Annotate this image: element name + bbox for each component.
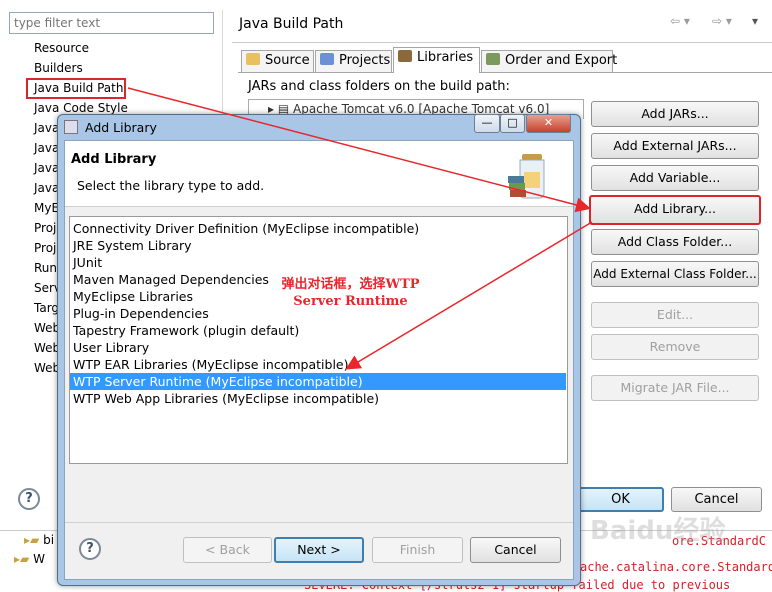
dialog-title: Add Library bbox=[85, 120, 157, 135]
add-jars-button[interactable]: Add JARs... bbox=[591, 101, 759, 127]
tab-source[interactable]: Source bbox=[241, 50, 314, 72]
properties-cancel-button[interactable]: Cancel bbox=[671, 487, 762, 512]
library-jar-icon bbox=[508, 154, 545, 199]
migrate-jar-file-button[interactable]: Migrate JAR File... bbox=[591, 375, 759, 401]
nav-item-project-1[interactable]: Proj bbox=[34, 219, 56, 237]
list-item-myeclipse-libraries[interactable]: MyEclipse Libraries bbox=[73, 288, 193, 305]
dialog-heading: Add Library bbox=[71, 152, 157, 167]
ok-button[interactable]: OK bbox=[577, 487, 664, 512]
dialog-cancel-button[interactable]: Cancel bbox=[470, 537, 561, 563]
list-item-junit[interactable]: JUnit bbox=[73, 254, 102, 271]
list-item-wtp-ear[interactable]: WTP EAR Libraries (MyEclipse incompatibl… bbox=[73, 356, 349, 373]
nav-item-java-3[interactable]: Java bbox=[34, 159, 59, 177]
add-external-jars-button[interactable]: Add External JARs... bbox=[591, 133, 759, 159]
add-library-button[interactable]: Add Library... bbox=[589, 195, 761, 225]
tree-item-bin[interactable]: ▸▰ bi bbox=[24, 533, 54, 547]
dialog-button-divider bbox=[65, 522, 573, 523]
list-item-connectivity-driver[interactable]: Connectivity Driver Definition (MyEclips… bbox=[73, 220, 419, 237]
tab-order-and-export[interactable]: Order and Export bbox=[481, 50, 617, 72]
console-line-2: ache.catalina.core.StandardC bbox=[580, 560, 772, 574]
close-button[interactable]: ✕ bbox=[526, 114, 571, 133]
order-export-icon bbox=[486, 53, 500, 65]
view-menu-icon[interactable]: ▾ bbox=[752, 14, 758, 28]
dialog-header bbox=[65, 141, 573, 207]
tab-libraries[interactable]: Libraries bbox=[393, 47, 480, 73]
nav-item-project-2[interactable]: Proj bbox=[34, 239, 56, 257]
jars-label: JARs and class folders on the build path… bbox=[248, 79, 510, 94]
list-item-wtp-server-runtime[interactable]: WTP Server Runtime (MyEclipse incompatib… bbox=[73, 373, 363, 390]
nav-item-java-build-path[interactable]: Java Build Path bbox=[26, 78, 126, 99]
edit-button[interactable]: Edit... bbox=[591, 302, 759, 328]
folder-icon: ▸▰ bbox=[14, 552, 34, 566]
finish-button[interactable]: Finish bbox=[372, 537, 463, 563]
libraries-icon bbox=[398, 50, 412, 62]
nav-item-myeclipse[interactable]: MyE bbox=[34, 199, 59, 217]
dialog-help-icon[interactable]: ? bbox=[79, 538, 101, 560]
source-folder-icon bbox=[246, 53, 260, 65]
add-variable-button[interactable]: Add Variable... bbox=[591, 165, 759, 191]
list-item-tapestry[interactable]: Tapestry Framework (plugin default) bbox=[73, 322, 299, 339]
list-item-jre-system-library[interactable]: JRE System Library bbox=[73, 237, 192, 254]
forward-arrow-icon[interactable]: ⇨ ▾ bbox=[712, 14, 732, 28]
back-button[interactable]: < Back bbox=[183, 537, 272, 563]
dialog-app-icon bbox=[64, 120, 78, 134]
add-class-folder-button[interactable]: Add Class Folder... bbox=[591, 229, 759, 255]
annotation-text: 弹出对话框，选择WTP Server Runtime bbox=[281, 277, 420, 309]
list-item-maven[interactable]: Maven Managed Dependencies bbox=[73, 271, 269, 288]
tree-item-w[interactable]: ▸▰ W bbox=[14, 552, 45, 566]
next-button[interactable]: Next > bbox=[274, 537, 364, 563]
title-divider bbox=[232, 42, 772, 43]
watermark: Baidu经验 bbox=[590, 516, 726, 546]
nav-item-targeted[interactable]: Targ bbox=[34, 299, 59, 317]
tab-projects[interactable]: Projects bbox=[315, 50, 392, 72]
projects-icon bbox=[320, 53, 334, 65]
maximize-button[interactable]: □ bbox=[500, 114, 525, 133]
nav-item-java-2[interactable]: Java bbox=[34, 139, 59, 157]
list-item-user-library[interactable]: User Library bbox=[73, 339, 149, 356]
help-icon[interactable]: ? bbox=[18, 488, 40, 510]
minimize-button[interactable]: — bbox=[474, 114, 500, 133]
filter-input[interactable] bbox=[9, 12, 214, 34]
nav-item-resource[interactable]: Resource bbox=[34, 39, 89, 57]
nav-item-java-1[interactable]: Java bbox=[34, 119, 59, 137]
list-item-plugin-dependencies[interactable]: Plug-in Dependencies bbox=[73, 305, 209, 322]
remove-button[interactable]: Remove bbox=[591, 334, 759, 360]
nav-item-run[interactable]: Run bbox=[34, 259, 57, 277]
nav-item-builders[interactable]: Builders bbox=[34, 59, 83, 77]
dialog-subtitle: Select the library type to add. bbox=[77, 178, 265, 193]
page-title: Java Build Path bbox=[239, 16, 344, 32]
back-arrow-icon[interactable]: ⇦ ▾ bbox=[670, 14, 690, 28]
nav-item-java-4[interactable]: Java bbox=[34, 179, 59, 197]
folder-icon: ▸▰ bbox=[24, 533, 44, 547]
add-external-class-folder-button[interactable]: Add External Class Folder... bbox=[591, 261, 759, 287]
list-item-wtp-web-app[interactable]: WTP Web App Libraries (MyEclipse incompa… bbox=[73, 390, 379, 407]
